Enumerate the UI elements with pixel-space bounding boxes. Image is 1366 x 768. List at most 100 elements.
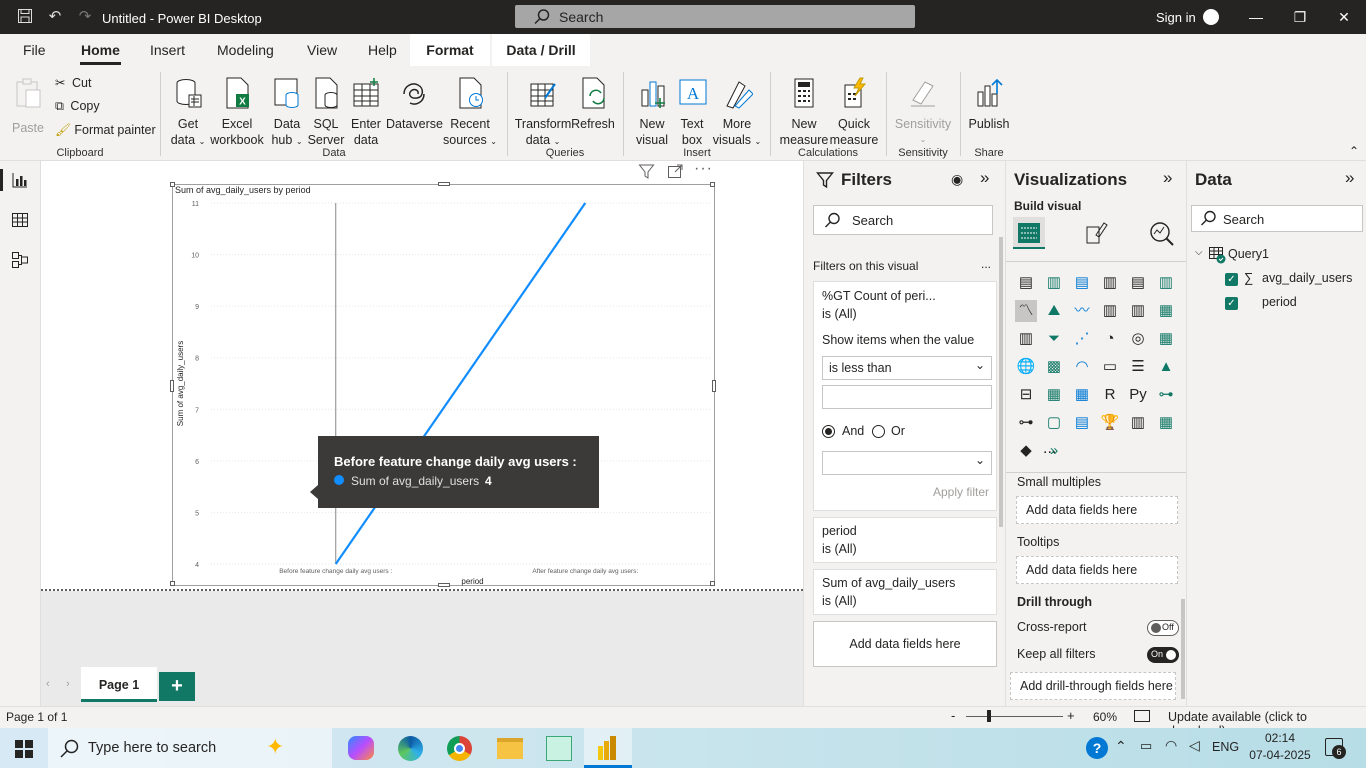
visual-type-icon[interactable]: ▲: [1155, 356, 1177, 378]
sign-in-button[interactable]: Sign in: [1156, 10, 1196, 25]
resize-handle[interactable]: [170, 581, 175, 586]
drill-through-well[interactable]: Add drill-through fields here: [1010, 672, 1176, 700]
visual-type-icon[interactable]: ⊶: [1155, 384, 1177, 406]
visual-type-icon[interactable]: ⏷: [1043, 328, 1065, 350]
scrollbar[interactable]: [999, 237, 1003, 527]
filter-card-sum[interactable]: Sum of avg_daily_users is (All): [813, 569, 997, 615]
visual-type-icon[interactable]: ◆: [1015, 440, 1037, 462]
recent-sources-button[interactable]: Recent sources ⌄: [442, 76, 498, 150]
visual-type-icon[interactable]: ▦: [1155, 300, 1177, 322]
power-bi-icon[interactable]: [596, 736, 618, 761]
visual-type-icon[interactable]: ▦: [1071, 384, 1093, 406]
second-condition-dropdown[interactable]: ⌄: [822, 451, 992, 475]
tab-file[interactable]: File: [23, 42, 46, 58]
condition-value-input[interactable]: [822, 385, 992, 409]
clock-time[interactable]: 02:14: [1250, 731, 1310, 745]
condition-dropdown[interactable]: is less than ⌄: [822, 356, 992, 380]
fit-to-page-icon[interactable]: [1134, 710, 1150, 722]
keep-filters-toggle[interactable]: On: [1147, 647, 1179, 663]
more-visuals-button[interactable]: More visuals ⌄: [712, 76, 762, 150]
visual-type-icon[interactable]: ▤: [1127, 272, 1149, 294]
get-data-button[interactable]: Get data ⌄: [168, 76, 208, 150]
visual-type-icon[interactable]: ⊟: [1015, 384, 1037, 406]
collapse-data-icon[interactable]: »: [1345, 168, 1354, 188]
maximize-icon[interactable]: ❐: [1290, 9, 1310, 26]
report-view-icon[interactable]: [11, 171, 29, 189]
chevron-down-icon[interactable]: ⌵: [1195, 247, 1203, 258]
cross-report-toggle[interactable]: Off: [1147, 620, 1179, 636]
close-icon[interactable]: ✕: [1334, 9, 1354, 26]
apply-filter-button[interactable]: Apply filter: [933, 485, 989, 499]
field-checkbox[interactable]: ✓: [1225, 295, 1238, 310]
tab-format[interactable]: Format: [410, 34, 490, 66]
zoom-slider-thumb[interactable]: [987, 710, 991, 722]
visual-type-icon[interactable]: ⛰: [1043, 300, 1065, 322]
resize-handle[interactable]: [712, 380, 716, 392]
refresh-button[interactable]: Refresh: [570, 76, 616, 132]
visual-type-icon[interactable]: ▦: [1043, 384, 1065, 406]
visual-type-icon[interactable]: ▢: [1043, 412, 1065, 434]
visual-type-icon[interactable]: ▦: [1155, 412, 1177, 434]
resize-handle[interactable]: [438, 583, 450, 587]
format-visual-icon[interactable]: [1084, 221, 1108, 245]
line-chart-visual[interactable]: Sum of avg_daily_users by period 4567891…: [170, 182, 716, 587]
visual-type-icon[interactable]: Py: [1127, 384, 1149, 406]
tab-data-drill[interactable]: Data / Drill: [492, 34, 590, 66]
search-box[interactable]: Search: [515, 5, 915, 28]
visual-type-icon[interactable]: 🌐: [1015, 356, 1037, 378]
copilot-icon[interactable]: [348, 736, 374, 760]
quick-measure-button[interactable]: Quick measure: [828, 76, 880, 148]
text-box-button[interactable]: A Text box: [672, 76, 712, 148]
tab-insert[interactable]: Insert: [150, 42, 185, 58]
edge-icon[interactable]: [398, 736, 423, 761]
format-painter-button[interactable]: 🖌 Format painter: [55, 123, 156, 138]
visual-type-icon[interactable]: ◠: [1071, 356, 1093, 378]
resize-handle[interactable]: [710, 581, 715, 586]
tab-modeling[interactable]: Modeling: [217, 42, 274, 58]
network-icon[interactable]: ▭: [1140, 738, 1152, 754]
cut-button[interactable]: ✂ Cut: [55, 75, 91, 90]
windows-start-icon[interactable]: [15, 740, 33, 758]
visual-type-icon[interactable]: ⊶: [1015, 412, 1037, 434]
zoom-out-icon[interactable]: -: [951, 708, 955, 723]
focus-mode-icon[interactable]: [667, 163, 683, 179]
table-view-icon[interactable]: [11, 211, 29, 229]
field-checkbox[interactable]: ✓: [1225, 271, 1238, 286]
next-page-icon[interactable]: ›: [66, 678, 70, 690]
sql-server-button[interactable]: SQL Server: [306, 76, 346, 148]
visual-type-icon[interactable]: 〰: [1071, 300, 1093, 322]
visual-type-icon[interactable]: ▦: [1155, 328, 1177, 350]
visual-type-icon[interactable]: ▥: [1099, 272, 1121, 294]
visual-type-icon[interactable]: 〽: [1015, 300, 1037, 322]
visual-type-icon[interactable]: ▩: [1043, 356, 1065, 378]
resize-handle[interactable]: [438, 182, 450, 186]
visual-type-icon[interactable]: ▤: [1071, 412, 1093, 434]
data-search-input[interactable]: Search: [1191, 205, 1363, 232]
visual-type-icon[interactable]: ▥: [1155, 272, 1177, 294]
clock-date[interactable]: 07-04-2025: [1243, 748, 1317, 762]
filter-card-period[interactable]: period is (All): [813, 517, 997, 563]
resize-handle[interactable]: [710, 182, 715, 187]
build-visual-tab[interactable]: [1013, 217, 1045, 249]
undo-icon[interactable]: ↶: [46, 8, 64, 26]
sensitivity-button[interactable]: Sensitivity ⌄: [892, 76, 954, 148]
resize-handle[interactable]: [170, 182, 175, 187]
tooltips-well[interactable]: Add data fields here: [1016, 556, 1178, 584]
visual-type-icon[interactable]: ▥: [1099, 300, 1121, 322]
visual-type-icon[interactable]: ▭: [1099, 356, 1121, 378]
or-radio[interactable]: [872, 425, 885, 438]
chrome-icon[interactable]: [447, 736, 472, 761]
zoom-in-icon[interactable]: +: [1067, 708, 1075, 723]
dataverse-button[interactable]: Dataverse: [386, 76, 443, 132]
chevron-up-icon[interactable]: ⌃: [1115, 738, 1127, 755]
visual-type-icon[interactable]: ☰: [1127, 356, 1149, 378]
tab-view[interactable]: View: [307, 42, 337, 58]
model-view-icon[interactable]: [11, 251, 29, 269]
resize-handle[interactable]: [170, 380, 174, 392]
language-indicator[interactable]: ENG: [1212, 740, 1239, 754]
avatar-icon[interactable]: [1203, 9, 1219, 25]
collapse-filters-icon[interactable]: »: [980, 168, 989, 188]
scrollbar[interactable]: [1181, 599, 1185, 699]
new-visual-button[interactable]: New visual: [630, 76, 674, 148]
transform-data-button[interactable]: Transform data ⌄: [514, 76, 572, 150]
